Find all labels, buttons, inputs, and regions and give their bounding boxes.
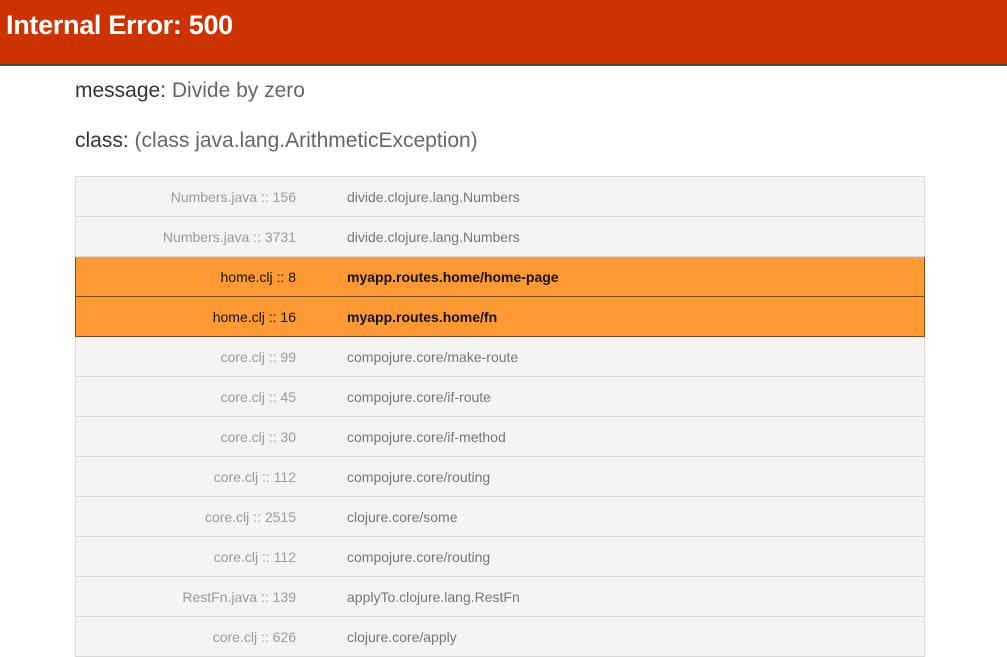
stack-frame: core.clj :: 112 compojure.core/routing	[75, 537, 925, 577]
frame-file-line: core.clj :: 30	[220, 429, 296, 445]
frame-function: compojure.core/routing	[347, 549, 491, 565]
stack-frame: core.clj :: 45 compojure.core/if-route	[75, 377, 925, 417]
class-key: class:	[75, 129, 129, 152]
frame-function: clojure.core/apply	[347, 629, 457, 645]
frame-file-line: core.clj :: 45	[220, 389, 296, 405]
frame-function: clojure.core/some	[347, 509, 458, 525]
page-title: Internal Error: 500	[6, 10, 233, 40]
frame-file-line: RestFn.java :: 139	[182, 589, 296, 605]
stack-frame: Numbers.java :: 156 divide.clojure.lang.N…	[75, 177, 925, 217]
stack-trace-table: Numbers.java :: 156divide.clojure.lang.N…	[75, 176, 925, 657]
class-value: (class java.lang.ArithmeticException)	[134, 129, 478, 152]
frame-file-line: Numbers.java :: 156	[170, 189, 296, 205]
error-class: class: (class java.lang.ArithmeticExcept…	[75, 128, 478, 154]
frame-function: compojure.core/if-route	[347, 389, 491, 405]
frame-function: compojure.core/routing	[347, 469, 491, 485]
stack-frame: core.clj :: 112 compojure.core/routing	[75, 457, 925, 497]
frame-function: applyTo.clojure.lang.RestFn	[347, 589, 520, 605]
stack-frame-app: home.clj :: 16 myapp.routes.home/fn	[75, 297, 925, 337]
frame-function: myapp.routes.home/home-page	[347, 269, 559, 285]
frame-file-line: core.clj :: 2515	[204, 509, 296, 525]
stack-frame: Numbers.java :: 3731 divide.clojure.lang.…	[75, 217, 925, 257]
stack-frame: core.clj :: 30 compojure.core/if-method	[75, 417, 925, 457]
stack-frame: core.clj :: 2515 clojure.core/some	[75, 497, 925, 537]
stack-frame: core.clj :: 99 compojure.core/make-route	[75, 337, 925, 377]
frame-file-line: Numbers.java :: 3731	[162, 229, 296, 245]
error-header: Internal Error: 500	[0, 0, 1007, 66]
frame-file-line: home.clj :: 16	[212, 309, 296, 325]
message-key: message:	[75, 79, 167, 102]
error-message: message: Divide by zero	[75, 78, 305, 104]
frame-function: myapp.routes.home/fn	[347, 309, 498, 325]
frame-file-line: home.clj :: 8	[220, 269, 296, 285]
frame-file-line: core.clj :: 99	[220, 349, 296, 365]
frame-file-line: core.clj :: 112	[213, 549, 296, 565]
message-value: Divide by zero	[171, 79, 305, 102]
frame-file-line: core.clj :: 112	[213, 469, 296, 485]
frame-function: divide.clojure.lang.Numbers	[347, 189, 520, 205]
stack-frame: core.clj :: 626 clojure.core/apply	[75, 617, 925, 657]
stack-frame: RestFn.java :: 139 applyTo.clojure.lang.R…	[75, 577, 925, 617]
frame-function: divide.clojure.lang.Numbers	[347, 229, 520, 245]
frame-function: compojure.core/if-method	[347, 429, 506, 445]
frame-file-line: core.clj :: 626	[212, 629, 296, 645]
frame-function: compojure.core/make-route	[347, 349, 519, 365]
stack-frame-app: home.clj :: 8 myapp.routes.home/home-page	[75, 257, 925, 297]
